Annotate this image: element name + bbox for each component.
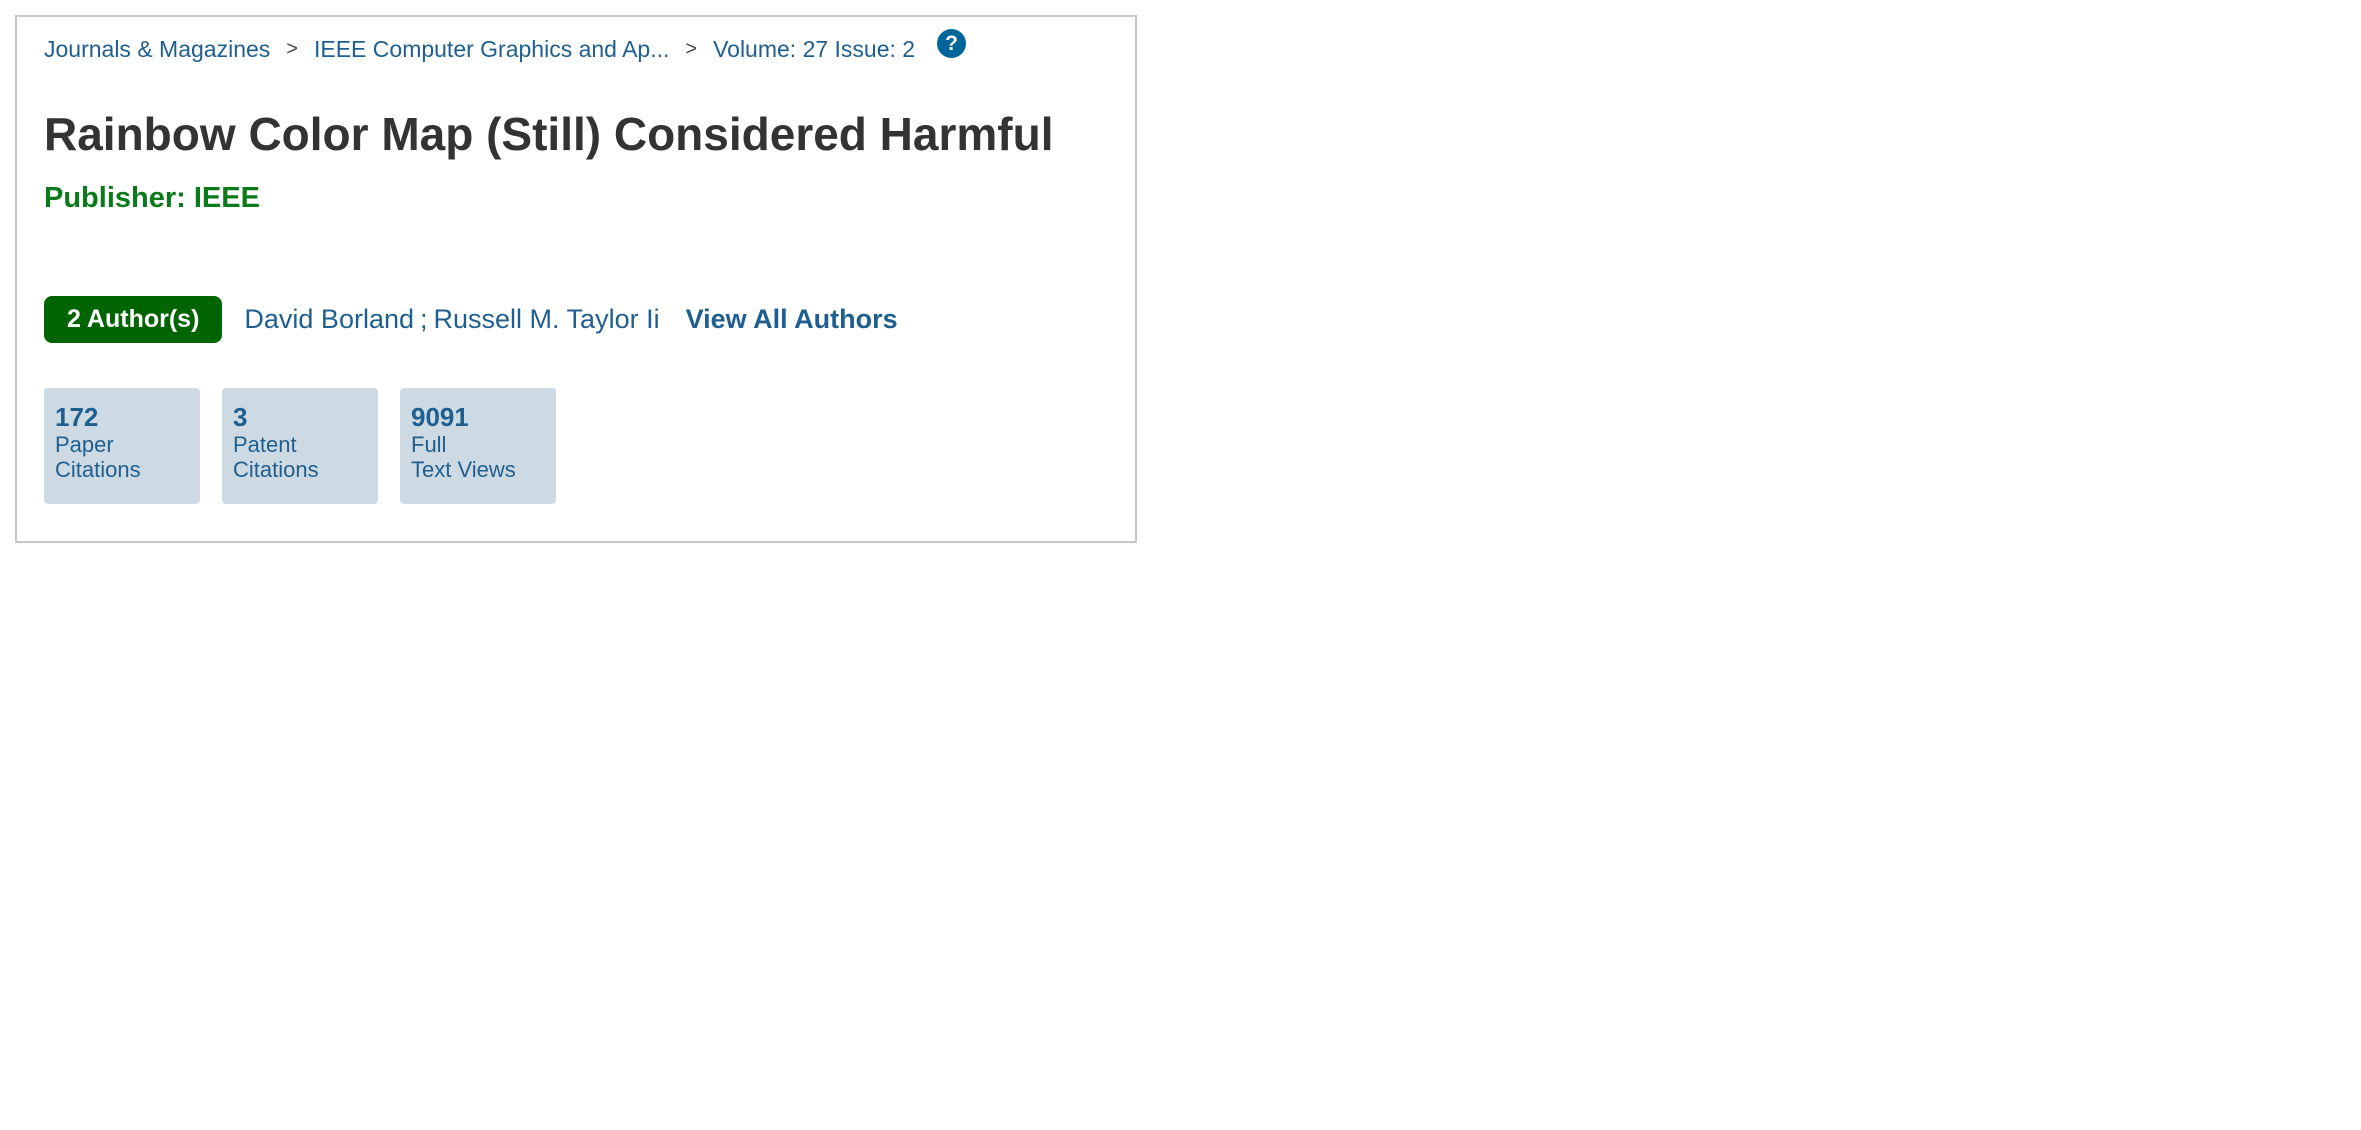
metric-label: Citations (233, 457, 319, 482)
article-header-card: Journals & Magazines > IEEE Computer Gra… (15, 15, 1137, 543)
metric-label: Full (411, 432, 447, 457)
author-link[interactable]: David Borland (244, 304, 414, 335)
metric-value: 9091 (411, 402, 469, 432)
metrics-bar: 172 Paper Citations 3 Patent Citations 9… (44, 388, 556, 504)
view-all-authors-link[interactable]: View All Authors (686, 304, 898, 335)
author-separator: ; (420, 304, 428, 334)
author-list: David Borland ; Russell M. Taylor Ii (244, 304, 659, 335)
metric-label: Paper (55, 432, 114, 457)
metric-label: Citations (55, 457, 141, 482)
breadcrumb-separator: > (286, 38, 298, 60)
breadcrumb-journals-magazines[interactable]: Journals & Magazines (44, 36, 270, 63)
breadcrumb-separator: > (685, 38, 698, 60)
page-title: Rainbow Color Map (Still) Considered Har… (44, 108, 1054, 160)
metric-label: Patent (233, 432, 297, 457)
help-icon[interactable]: ? (937, 29, 967, 58)
authors-row: 2 Author(s) David Borland ; Russell M. T… (44, 296, 898, 343)
publisher-label: Publisher: IEEE (44, 182, 260, 214)
breadcrumb-volume-issue[interactable]: Volume: 27 Issue: 2 (713, 36, 915, 63)
metric-value: 172 (55, 402, 99, 432)
metric-value: 3 (233, 402, 248, 432)
author-link[interactable]: Russell M. Taylor Ii (434, 304, 660, 335)
author-count-badge[interactable]: 2 Author(s) (44, 296, 223, 343)
metric-full-text-views[interactable]: 9091 Full Text Views (400, 388, 556, 504)
breadcrumb: Journals & Magazines > IEEE Computer Gra… (44, 29, 967, 64)
metric-patent-citations[interactable]: 3 Patent Citations (222, 388, 378, 504)
metric-label: Text Views (411, 457, 516, 482)
breadcrumb-publication[interactable]: IEEE Computer Graphics and Ap... (314, 36, 669, 63)
metric-paper-citations[interactable]: 172 Paper Citations (44, 388, 200, 504)
